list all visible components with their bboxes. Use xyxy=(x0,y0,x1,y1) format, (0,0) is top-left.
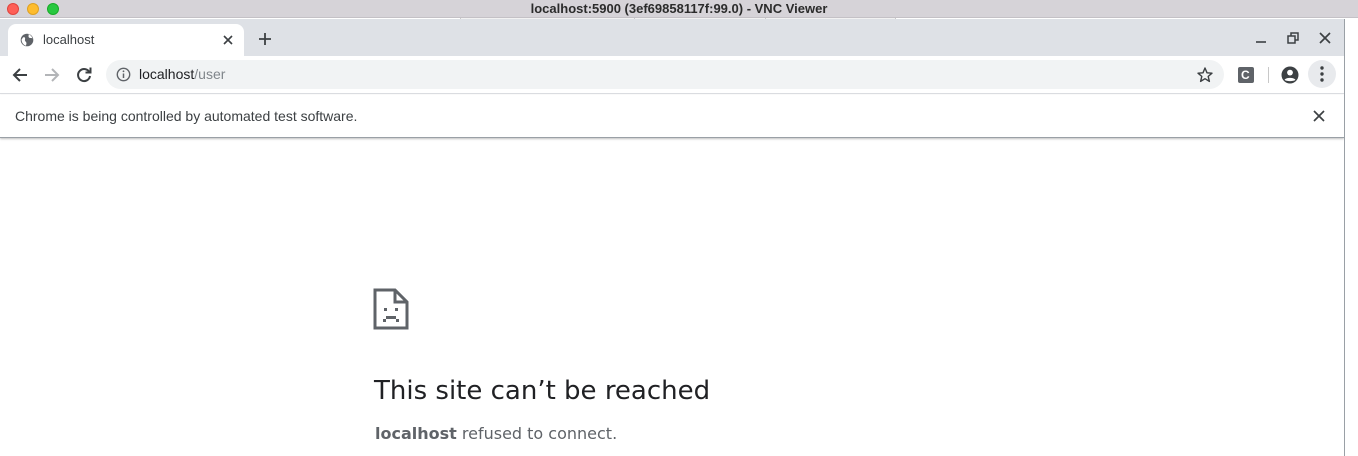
toolbar-separator xyxy=(1268,67,1269,83)
extension-icon[interactable]: C xyxy=(1236,65,1256,85)
back-arrow-icon[interactable] xyxy=(10,65,30,85)
info-icon[interactable] xyxy=(116,67,131,82)
error-message: refused to connect. xyxy=(456,424,618,443)
globe-icon xyxy=(20,33,34,47)
restore-icon[interactable] xyxy=(1286,31,1300,45)
url-path: /user xyxy=(194,66,226,82)
profile-avatar-icon[interactable] xyxy=(1280,65,1300,85)
url-text[interactable]: localhost/user xyxy=(139,66,225,83)
reload-icon[interactable] xyxy=(74,65,94,85)
forward-arrow-icon[interactable] xyxy=(42,65,62,85)
window-title: localhost:5900 (3ef69858117f:99.0) - VNC… xyxy=(530,1,828,16)
new-tab-icon[interactable] xyxy=(256,30,274,48)
error-description: localhost refused to connect. xyxy=(375,425,617,443)
more-vert-icon xyxy=(1320,66,1324,82)
close-infobar-icon[interactable] xyxy=(1312,109,1326,123)
tab-title: localhost xyxy=(43,32,95,47)
error-host: localhost xyxy=(375,424,457,443)
sad-document-icon xyxy=(373,288,409,330)
tab-localhost[interactable]: localhost xyxy=(8,24,244,56)
window-edge xyxy=(1344,19,1358,456)
close-tab-icon[interactable] xyxy=(220,32,236,48)
tab-strip: localhost xyxy=(0,19,1344,56)
url-host: localhost xyxy=(139,66,195,82)
browser-toolbar: localhost/user C xyxy=(0,56,1344,94)
bookmark-star-icon[interactable] xyxy=(1196,66,1214,84)
automation-infobar: Chrome is being controlled by automated … xyxy=(0,95,1344,138)
address-bar[interactable]: localhost/user xyxy=(106,60,1224,89)
vnc-window-titlebar: localhost:5900 (3ef69858117f:99.0) - VNC… xyxy=(0,0,1358,18)
error-title: This site can’t be reached xyxy=(374,376,711,406)
close-browser-icon[interactable] xyxy=(1318,31,1332,45)
infobar-message: Chrome is being controlled by automated … xyxy=(15,108,358,124)
minimize-icon[interactable] xyxy=(1254,31,1268,45)
browser-menu-button[interactable] xyxy=(1308,60,1336,88)
extension-letter: C xyxy=(1241,68,1250,82)
